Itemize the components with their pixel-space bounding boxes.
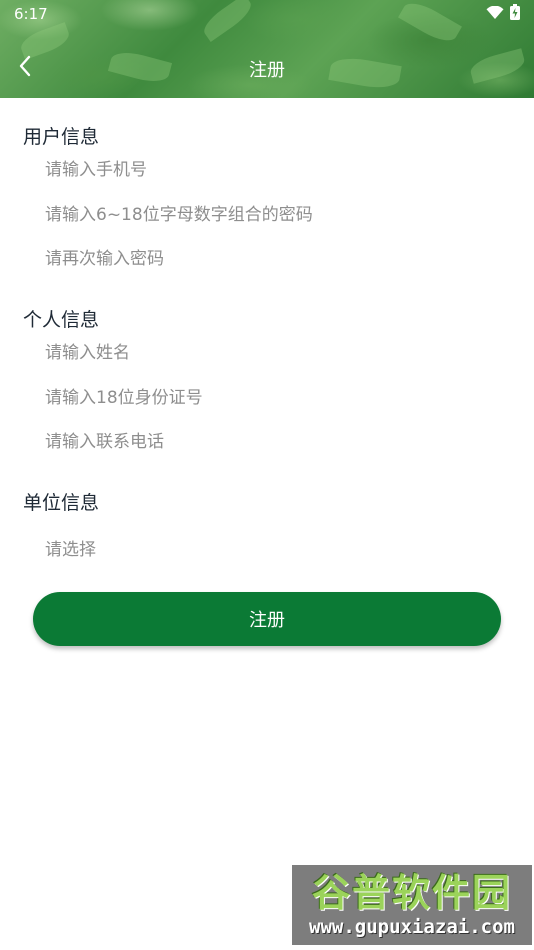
nav-bar: 注册 — [0, 40, 534, 96]
name-input[interactable] — [22, 336, 512, 370]
status-time: 6:17 — [14, 5, 48, 23]
password-input[interactable] — [22, 198, 512, 232]
wifi-icon — [486, 5, 504, 24]
battery-icon — [510, 4, 520, 24]
watermark-url: www.gupuxiazai.com — [309, 916, 515, 938]
confirm-password-input[interactable] — [22, 242, 512, 276]
unit-select[interactable]: 请选择 — [22, 530, 512, 564]
watermark-title: 谷普软件园 — [311, 871, 512, 915]
section-title-personal: 个人信息 — [23, 309, 100, 331]
section-title-user: 用户信息 — [23, 126, 100, 148]
status-bar: 6:17 — [0, 0, 534, 28]
unit-select-placeholder: 请选择 — [45, 539, 96, 560]
section-title-unit: 单位信息 — [23, 492, 100, 514]
header-banner: 6:17 注册 — [0, 0, 534, 98]
watermark-logo: 谷普软件园 www.gupuxiazai.com — [292, 865, 532, 945]
register-screen: 6:17 注册 用户信息 请输入手机号 个人信息 请输入姓名 请输入18位身份证… — [0, 0, 534, 950]
register-button[interactable]: 注册 — [33, 592, 501, 646]
id-number-input[interactable] — [22, 381, 512, 415]
phone-input[interactable] — [22, 153, 512, 187]
page-title: 注册 — [249, 60, 285, 81]
contact-phone-input[interactable] — [22, 425, 512, 459]
status-icons — [486, 4, 520, 24]
